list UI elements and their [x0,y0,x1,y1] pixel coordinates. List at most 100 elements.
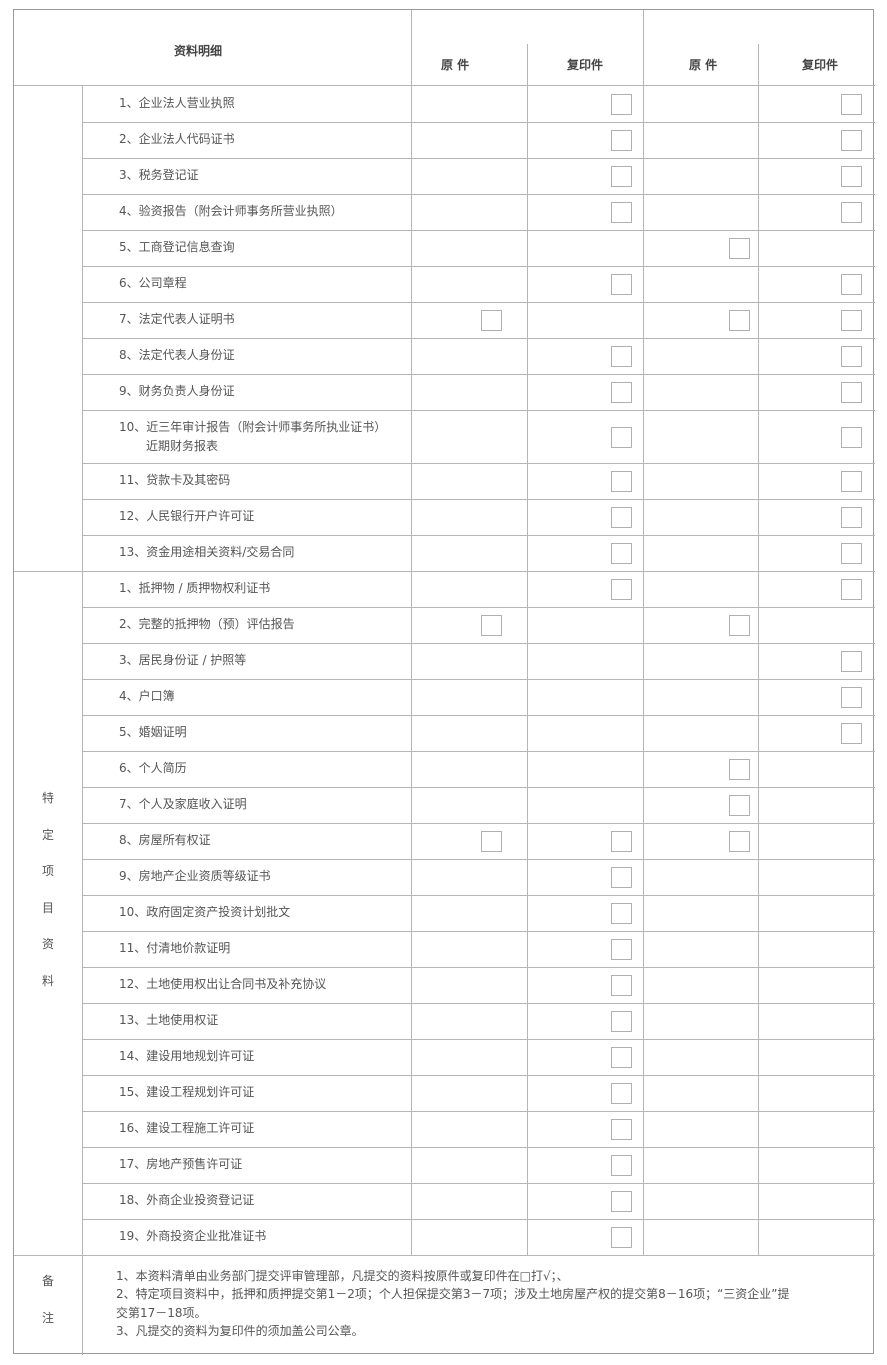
checklist-item-label: 5、婚姻证明 [119,725,187,739]
checklist-item-label: 4、户口簿 [119,689,175,703]
checkbox[interactable] [611,831,632,852]
checklist-item-label: 3、居民身份证 / 护照等 [119,653,247,667]
checkbox[interactable] [611,1119,632,1140]
checkbox[interactable] [841,723,862,744]
checkbox[interactable] [841,130,862,151]
check-column-divider [758,85,759,1255]
checkbox[interactable] [611,274,632,295]
checkbox[interactable] [611,94,632,115]
row-divider [82,535,875,536]
checkbox[interactable] [611,1011,632,1032]
checklist-item-label: 12、人民银行开户许可证 [119,509,255,523]
section-label-char: 料 [41,973,54,988]
row-divider [82,1255,875,1256]
checkbox[interactable] [841,471,862,492]
checkbox[interactable] [611,867,632,888]
checkbox[interactable] [729,238,750,259]
checklist-item-label: 2、完整的抵押物（预）评估报告 [119,617,295,631]
checkbox[interactable] [841,310,862,331]
checkbox[interactable] [841,507,862,528]
checklist-item-label: 12、土地使用权出让合同书及补充协议 [119,977,327,991]
header-col3: 原 件 [689,58,718,72]
header-title: 资料明细 [174,44,223,58]
row-divider [82,1075,875,1076]
checkbox[interactable] [841,202,862,223]
section-divider [14,571,82,572]
checkbox[interactable] [611,975,632,996]
checkbox[interactable] [611,166,632,187]
checklist-item-label: 13、土地使用权证 [119,1013,219,1027]
checkbox[interactable] [611,130,632,151]
checkbox[interactable] [841,687,862,708]
checkbox[interactable] [611,1083,632,1104]
checklist-item-label: 6、公司章程 [119,276,187,290]
checkbox[interactable] [611,427,632,448]
checkbox[interactable] [611,1227,632,1248]
checkbox[interactable] [611,579,632,600]
checkbox[interactable] [841,427,862,448]
section-divider [14,1255,82,1256]
checkbox[interactable] [729,759,750,780]
row-divider [82,374,875,375]
checklist-item-label: 13、资金用途相关资料/交易合同 [119,545,295,559]
check-column-divider [527,85,528,1255]
checkbox[interactable] [729,795,750,816]
checkbox[interactable] [841,543,862,564]
checkbox[interactable] [611,1047,632,1068]
checkbox[interactable] [841,579,862,600]
notes-label-char: 注 [41,1311,54,1325]
checklist-item-label: 1、企业法人营业执照 [119,96,235,110]
checklist-item-label: 5、工商登记信息查询 [119,240,235,254]
row-divider [82,1147,875,1148]
row-divider [82,823,875,824]
checkbox[interactable] [611,543,632,564]
checkbox[interactable] [729,310,750,331]
checkbox[interactable] [481,310,502,331]
checkbox[interactable] [841,346,862,367]
checkbox[interactable] [841,382,862,403]
row-divider [82,571,875,572]
checkbox[interactable] [611,1155,632,1176]
checkbox[interactable] [611,939,632,960]
row-divider [82,266,875,267]
checklist-item-label: 4、验资报告（附会计师事务所营业执照） [119,204,343,218]
checkbox[interactable] [611,202,632,223]
row-divider [82,895,875,896]
notes-label-char: 备 [41,1274,54,1288]
checkbox[interactable] [729,831,750,852]
row-divider [82,194,875,195]
checkbox[interactable] [611,382,632,403]
checkbox[interactable] [841,94,862,115]
row-divider [82,302,875,303]
checkbox[interactable] [841,274,862,295]
checkbox[interactable] [841,651,862,672]
checklist-item-label: 16、建设工程施工许可证 [119,1121,255,1135]
checklist-item-label: 9、财务负责人身份证 [119,384,235,398]
checkbox[interactable] [841,166,862,187]
row-divider [82,1183,875,1184]
checkbox[interactable] [481,831,502,852]
section-label-char: 目 [41,900,54,915]
row-divider [82,643,875,644]
checkbox[interactable] [611,1191,632,1212]
row-divider [82,1219,875,1220]
checklist-item-label: 17、房地产预售许可证 [119,1157,243,1171]
checklist-item-label: 10、政府固定资产投资计划批文 [119,905,291,919]
checkbox[interactable] [611,507,632,528]
note-line: 2、特定项目资料中，抵押和质押提交第1－2项；个人担保提交第3－7项；涉及土地房… [116,1287,790,1302]
row-divider [82,859,875,860]
materials-checklist-table: 资料明细原 件 复印件 原 件 复印件 1、企业法人营业执照 2、企业法人代码证书 3、税务… [13,9,875,1355]
checkbox[interactable] [481,615,502,636]
section-label-char: 资 [41,937,54,951]
checkbox[interactable] [729,615,750,636]
row-divider [82,463,875,464]
row-divider [82,122,875,123]
checkbox[interactable] [611,346,632,367]
checkbox[interactable] [611,903,632,924]
header-divider-v [527,44,528,85]
checkbox[interactable] [611,471,632,492]
checklist-item-label: 3、税务登记证 [119,168,199,182]
checklist-item-label: 2、企业法人代码证书 [119,132,235,146]
header-col1: 原 件 [441,58,470,72]
checklist-item-label-continued: 近期财务报表 [146,439,219,453]
